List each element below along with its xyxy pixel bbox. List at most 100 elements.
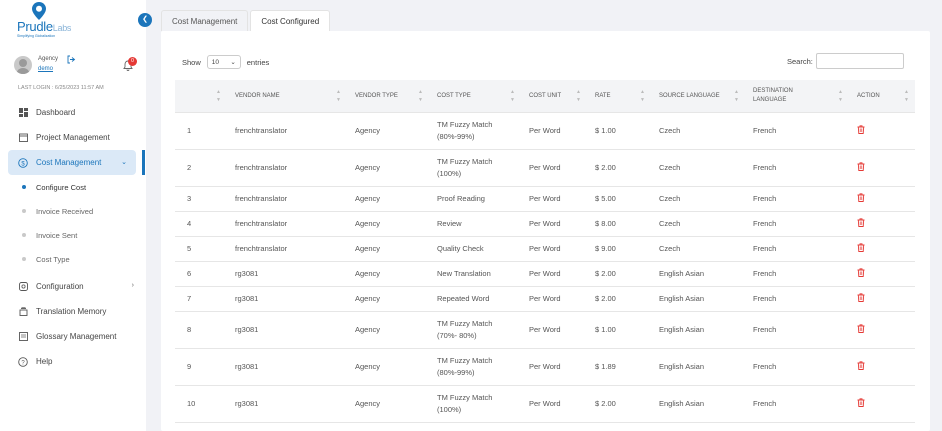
cell-destination-language: French: [745, 385, 849, 423]
delete-trash-icon[interactable]: [857, 324, 865, 335]
cell-vendor-type: Agency: [347, 149, 429, 187]
cell-vendor-name: rg3081: [227, 286, 347, 312]
delete-trash-icon[interactable]: [857, 193, 865, 204]
logout-icon[interactable]: [67, 55, 76, 64]
cell-index: 1: [175, 112, 227, 150]
tab-cost-configured[interactable]: Cost Configured: [250, 10, 331, 31]
cell-action: [849, 348, 915, 386]
configuration-icon: [18, 282, 28, 292]
entries-select[interactable]: 10 ⌄: [206, 55, 241, 69]
bullet-icon: [22, 233, 26, 237]
cell-source-language: English Asian: [651, 261, 745, 287]
delete-trash-icon[interactable]: [857, 268, 865, 279]
cell-vendor-name: rg3081: [227, 385, 347, 423]
sidebar-item-cost-management[interactable]: $ Cost Management ⌄: [8, 150, 145, 175]
cell-vendor-name: frenchtranslator: [227, 149, 347, 187]
cell-cost-unit: Per Word: [521, 149, 587, 187]
cell-source-language: Czech: [651, 211, 745, 237]
column-header-vendor-name[interactable]: VENDOR NAME ▲ ▼: [227, 80, 347, 113]
cell-rate: $ 2.00: [587, 149, 651, 187]
tab-cost-management[interactable]: Cost Management: [161, 10, 249, 31]
sidebar-item-translation-memory[interactable]: Translation Memory: [0, 299, 146, 324]
cell-cost-unit: Per Word: [521, 385, 587, 423]
sidebar-item-label: Project Management: [36, 133, 110, 142]
cell-vendor-type: Agency: [347, 112, 429, 150]
sidebar-nav: Dashboard Project Management $ Cost Mana…: [0, 100, 146, 374]
cell-destination-language: French: [745, 186, 849, 212]
table-row: 5 frenchtranslator Agency Quality Check Per …: [175, 236, 915, 262]
sidebar-subitem-configure-cost[interactable]: Configure Cost: [0, 175, 146, 199]
sidebar-item-label: Translation Memory: [36, 307, 107, 316]
sidebar-subitem-label: Invoice Received: [36, 206, 94, 216]
sidebar-subitem-label: Invoice Sent: [36, 230, 78, 240]
avatar[interactable]: [14, 56, 32, 74]
delete-trash-icon[interactable]: [857, 243, 865, 254]
sidebar-subitem-invoice-sent[interactable]: Invoice Sent: [0, 223, 146, 247]
cell-rate: $ 9.00: [587, 236, 651, 262]
cell-source-language: Czech: [651, 112, 745, 150]
last-login-text: LAST LOGIN : 6/25/2023 11:57 AM: [18, 85, 104, 91]
delete-trash-icon[interactable]: [857, 293, 865, 304]
sidebar-item-glossary-management[interactable]: Glossary Management: [0, 324, 146, 349]
cell-vendor-name: frenchtranslator: [227, 211, 347, 237]
cell-source-language: English Asian: [651, 286, 745, 312]
sidebar-item-dashboard[interactable]: Dashboard: [0, 100, 146, 125]
table-row: 10 rg3081 Agency TM Fuzzy Match (100%) Per W…: [175, 385, 915, 423]
delete-trash-icon[interactable]: [857, 361, 865, 372]
sidebar-item-configuration[interactable]: Configuration ›: [0, 274, 146, 299]
search-input[interactable]: [815, 53, 904, 69]
cell-cost-type: Quality Check: [429, 236, 521, 262]
active-indicator: [142, 150, 145, 175]
cell-cost-unit: Per Word: [521, 236, 587, 262]
delete-trash-icon[interactable]: [857, 398, 865, 409]
cell-destination-language: French: [745, 348, 849, 386]
column-header-source-language[interactable]: SOURCE LANGUAGE ▲ ▼: [651, 80, 745, 113]
brand-tagline: Simplifying Globalization: [17, 34, 56, 38]
cell-source-language: Czech: [651, 236, 745, 262]
cell-cost-type: TM Fuzzy Match (70%- 80%): [429, 311, 521, 349]
entries-length-control: Show 10 ⌄ entries: [182, 55, 269, 69]
entries-select-value: 10: [211, 58, 219, 66]
cell-vendor-type: Agency: [347, 186, 429, 212]
delete-trash-icon[interactable]: [857, 218, 865, 229]
cell-rate: $ 1.00: [587, 112, 651, 150]
column-header-destination-language[interactable]: DESTINATION LANGUAGE ▲ ▼: [745, 80, 849, 113]
brand-logo[interactable]: PrudleLabs Simplifying Globalization: [17, 2, 87, 39]
cell-vendor-name: frenchtranslator: [227, 186, 347, 212]
cell-action: [849, 112, 915, 150]
cell-destination-language: French: [745, 261, 849, 287]
sidebar-subitem-invoice-received[interactable]: Invoice Received: [0, 199, 146, 223]
cell-cost-unit: Per Word: [521, 112, 587, 150]
cell-cost-type: Proof Reading: [429, 186, 521, 212]
user-role: Agency: [38, 56, 59, 62]
sidebar-item-label: Cost Management: [36, 158, 102, 167]
cell-source-language: English Asian: [651, 311, 745, 349]
delete-trash-icon[interactable]: [857, 125, 865, 136]
bullet-icon: [22, 257, 26, 261]
sidebar: PrudleLabs Simplifying Globalization Age…: [0, 0, 146, 431]
sidebar-item-help[interactable]: ? Help: [0, 349, 146, 374]
cell-action: [849, 149, 915, 187]
sidebar-item-label: Help: [36, 357, 53, 366]
table-header-row: ▲ ▼ VENDOR NAME ▲ ▼ VENDOR TYPE ▲ ▼ COST TYPE…: [175, 80, 915, 113]
cell-vendor-type: Agency: [347, 286, 429, 312]
sidebar-subitem-cost-type[interactable]: Cost Type: [0, 247, 146, 271]
sidebar-collapse-button[interactable]: ❮: [138, 13, 152, 27]
table-row: 4 frenchtranslator Agency Review Per Word $ 8…: [175, 211, 915, 237]
sidebar-item-project-management[interactable]: Project Management: [0, 125, 146, 150]
sidebar-item-label: Configuration: [36, 282, 84, 291]
user-name-link[interactable]: demo: [38, 66, 53, 72]
cell-source-language: English Asian: [651, 348, 745, 386]
column-header-rate[interactable]: RATE ▲ ▼: [587, 80, 651, 113]
column-header-vendor-type[interactable]: VENDOR TYPE ▲ ▼: [347, 80, 429, 113]
column-header-action[interactable]: ACTION ▲ ▼: [849, 80, 915, 113]
column-header-index[interactable]: ▲ ▼: [175, 80, 227, 113]
cell-rate: $ 2.00: [587, 286, 651, 312]
dashboard-icon: [18, 108, 28, 118]
delete-trash-icon[interactable]: [857, 162, 865, 173]
column-header-cost-type[interactable]: COST TYPE ▲ ▼: [429, 80, 521, 113]
cell-cost-unit: Per Word: [521, 261, 587, 287]
table-body: 1 frenchtranslator Agency TM Fuzzy Match (8…: [175, 112, 915, 423]
column-header-cost-unit[interactable]: COST UNIT ▲ ▼: [521, 80, 587, 113]
cell-action: [849, 261, 915, 287]
